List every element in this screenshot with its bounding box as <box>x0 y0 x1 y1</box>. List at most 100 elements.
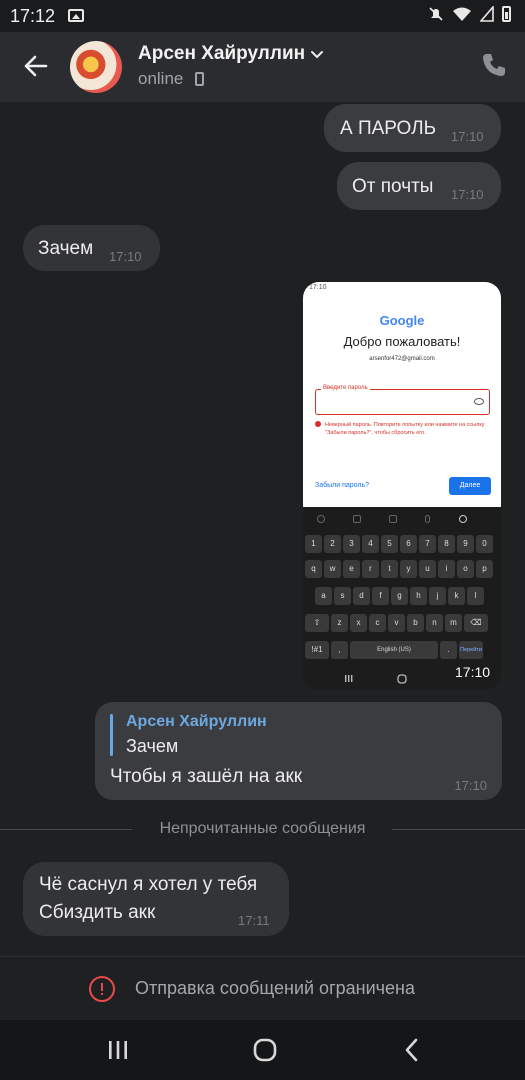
avatar[interactable] <box>70 41 122 93</box>
key: j <box>429 587 446 605</box>
back-arrow-icon[interactable] <box>20 50 52 82</box>
key: w <box>324 560 341 578</box>
key: n <box>426 614 443 632</box>
status-time: 17:12 <box>10 6 56 26</box>
more-icon <box>489 515 497 523</box>
welcome-heading: Добро пожаловать! <box>343 334 461 349</box>
message-text: Зачем <box>38 238 94 259</box>
gear-icon <box>459 515 467 523</box>
key: m <box>445 614 462 632</box>
key: 1 <box>305 535 322 553</box>
keyboard-toolbar <box>303 507 501 531</box>
unread-divider-label: Непрочитанные сообщения <box>159 820 366 837</box>
message-text-line1: Чё саснул я хотел у тебя <box>39 874 258 895</box>
status-icons <box>428 6 511 22</box>
key: q <box>305 560 322 578</box>
reply-quoted-text[interactable]: Зачем <box>126 736 178 757</box>
key: c <box>369 614 386 632</box>
space-key: English (US) <box>350 641 438 659</box>
symbols-key: !#1 <box>305 641 329 659</box>
home-icon <box>397 674 407 684</box>
key: y <box>400 560 417 578</box>
go-key: Перейти <box>459 641 483 659</box>
photo-time: 17:10 <box>455 664 491 680</box>
back-icon[interactable] <box>400 1037 424 1063</box>
message-bubble-outgoing[interactable]: А ПАРОЛЬ 17:10 <box>324 104 501 152</box>
restricted-notice-bar: Отправка сообщений ограничена <box>0 956 525 1020</box>
key: i <box>438 560 455 578</box>
key: 2 <box>324 535 341 553</box>
key: v <box>388 614 405 632</box>
key: k <box>448 587 465 605</box>
key: e <box>343 560 360 578</box>
key: d <box>353 587 370 605</box>
key: a <box>315 587 332 605</box>
phone-call-icon[interactable] <box>481 52 507 78</box>
key: 0 <box>476 535 493 553</box>
warning-icon <box>89 976 115 1002</box>
notes-icon <box>389 515 397 523</box>
chevron-down-icon[interactable] <box>310 50 324 60</box>
key: 5 <box>381 535 398 553</box>
hide-password-icon <box>474 398 484 405</box>
key: 3 <box>343 535 360 553</box>
signal-icon <box>480 6 494 22</box>
key: o <box>457 560 474 578</box>
restricted-notice-text: Отправка сообщений ограничена <box>135 978 415 998</box>
message-time: 17:10 <box>109 249 142 264</box>
recents-icon <box>345 675 353 682</box>
mute-icon <box>429 7 443 21</box>
message-time: 17:10 <box>451 187 484 202</box>
message-text: А ПАРОЛЬ <box>340 118 437 139</box>
emoji-icon <box>317 515 325 523</box>
key: z <box>331 614 348 632</box>
next-button: Далее <box>449 477 491 495</box>
message-bubble-reply[interactable]: Арсен Хайруллин Зачем Чтобы я зашёл на а… <box>95 702 502 800</box>
key: 7 <box>419 535 436 553</box>
wifi-icon <box>453 7 471 21</box>
photo-message[interactable]: 17:10 Google Добро пожаловать! arsenfor4… <box>303 282 501 690</box>
message-bubble-incoming[interactable]: Зачем 17:10 <box>23 225 160 271</box>
key: 6 <box>400 535 417 553</box>
image-notification-icon <box>68 9 84 22</box>
message-time: 17:10 <box>454 778 487 793</box>
account-email: arsenfor472@gmail.com <box>369 356 435 362</box>
contact-name[interactable]: Арсен Хайруллин <box>138 43 305 65</box>
battery-icon <box>502 6 511 22</box>
clipboard-icon <box>353 515 361 523</box>
reply-quote-bar <box>110 714 113 756</box>
system-navbar <box>0 1020 525 1080</box>
message-bubble-incoming[interactable]: Чё саснул я хотел у тебя Сбиздить акк 17… <box>23 862 289 936</box>
shift-key: ⇧ <box>305 614 329 632</box>
screenshot-google-signin: 17:10 Google Добро пожаловать! arsenfor4… <box>303 282 501 507</box>
keyboard-row-digits: 1 2 3 4 5 6 7 8 9 0 <box>305 535 493 553</box>
keyboard-row-top: q w e r t y u i o p <box>305 560 493 578</box>
key: g <box>391 587 408 605</box>
mobile-device-icon <box>195 72 204 86</box>
chat-header: Арсен Хайруллин online <box>0 32 525 102</box>
error-icon <box>315 421 321 427</box>
message-bubble-outgoing[interactable]: От почты 17:10 <box>337 162 501 210</box>
key: 9 <box>457 535 474 553</box>
key: p <box>476 560 493 578</box>
recents-icon[interactable] <box>106 1038 130 1062</box>
reply-author[interactable]: Арсен Хайруллин <box>126 713 267 731</box>
password-error: Неверный пароль. Повторите попытку или н… <box>325 422 485 436</box>
key: u <box>419 560 436 578</box>
password-field <box>315 389 490 415</box>
period-key: . <box>440 641 457 659</box>
mic-icon <box>425 515 430 523</box>
message-text-line2: Сбиздить акк <box>39 902 156 923</box>
message-time: 17:10 <box>451 129 484 144</box>
message-time: 17:11 <box>238 913 270 928</box>
screenshot-keyboard: 1 2 3 4 5 6 7 8 9 0 q w e r t y u i o p … <box>303 507 501 690</box>
keyboard-row-bottom: ⇧ z x c v b n m ⌫ <box>305 614 488 632</box>
home-icon[interactable] <box>252 1037 278 1063</box>
contact-status: online <box>138 69 184 88</box>
screenshot-status-time: 17:10 <box>309 284 327 291</box>
key: 8 <box>438 535 455 553</box>
key: t <box>381 560 398 578</box>
key: s <box>334 587 351 605</box>
key: x <box>350 614 367 632</box>
key: h <box>410 587 427 605</box>
